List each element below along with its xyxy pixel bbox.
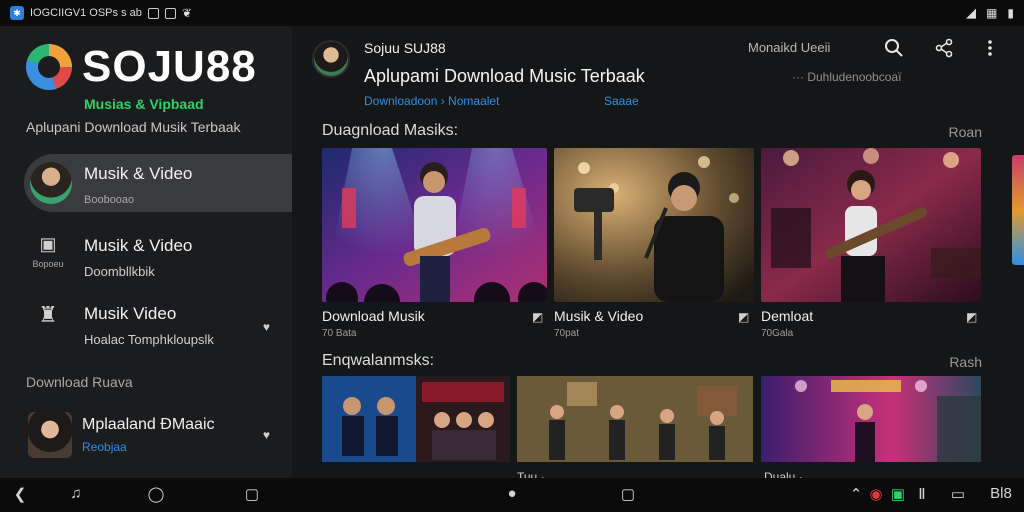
signal-icon: ▦ xyxy=(986,6,998,20)
sidebar-icon-caption: Bopoeu xyxy=(32,259,64,269)
more-vert-icon[interactable] xyxy=(978,38,1002,63)
status-bar: ✱ IOGCIIGV1 OSPs s ab ❦ ◢ ▦ ▮ xyxy=(0,0,1024,26)
video-thumb-1[interactable] xyxy=(322,376,510,462)
status-bar-text: IOGCIIGV1 OSPs s ab xyxy=(30,7,142,19)
image-icon xyxy=(147,7,159,19)
square-icon[interactable]: ▢ xyxy=(242,485,262,503)
band-collage-image xyxy=(322,376,510,462)
video-thumb-2[interactable] xyxy=(517,376,753,462)
sidebar-item-musik-video-3[interactable]: ♜ Musik Video Hoalac Tomphkloupslk ♥ xyxy=(24,296,292,354)
gallery-icon xyxy=(164,7,176,19)
avatar xyxy=(30,162,72,204)
home-icon[interactable]: ● xyxy=(502,485,522,502)
video-card-3[interactable] xyxy=(761,148,981,302)
download-item[interactable]: Mplaaland ÐMaaic Reobjaa ♥ xyxy=(26,410,276,460)
share-icon[interactable] xyxy=(932,38,956,63)
brand-subtitle: Aplupani Download Musik Terbaak xyxy=(26,119,241,135)
sidebar-item-sub: Boobooao xyxy=(84,194,135,206)
section-title-second: Enqwalanmsks: xyxy=(322,352,435,369)
sidebar-item-sub: Hoalac Tomphkloupslk xyxy=(84,332,214,347)
singer-microphone-image xyxy=(554,148,754,302)
chat-bubble-icon[interactable]: ◯ xyxy=(146,485,166,503)
sidebar-item-label: Musik Video xyxy=(84,304,177,323)
video-card-1[interactable] xyxy=(322,148,547,302)
search-icon[interactable] xyxy=(882,38,906,63)
brand[interactable]: SOJU88 xyxy=(26,44,257,90)
section-more-link-2[interactable]: Rash xyxy=(949,354,982,370)
card-label: Download Musik xyxy=(322,308,425,324)
top-sublabel: ··· Duhludenoobcoaï xyxy=(792,70,902,84)
concert-lights-image xyxy=(761,376,981,462)
main-content: Sojuu SUJ88 Aplupami Download Music Terb… xyxy=(292,26,1024,484)
cube-icon[interactable]: ◩ xyxy=(966,310,977,324)
system-nav-bar: ❮ ♫ ◯ ▢ ● ▢ ⌃ ◉ ▣ Ⅱ ▭ Bl8 xyxy=(0,478,1024,512)
app-badge-icon: ✱ xyxy=(10,6,24,20)
sidebar-item-sub: Doombllkbik xyxy=(84,264,155,279)
sidebar-item-musik-video-2[interactable]: ▣ Bopoeu Musik & Video Doombllkbik xyxy=(24,228,292,286)
sidebar-item-label: Musik & Video xyxy=(84,236,193,255)
channel-avatar[interactable] xyxy=(312,40,350,78)
cube-icon[interactable]: ◩ xyxy=(738,310,749,324)
recents-icon[interactable]: ▢ xyxy=(618,485,638,503)
heart-icon[interactable]: ♥ xyxy=(263,320,270,334)
side-panel-peek[interactable] xyxy=(1012,155,1024,265)
wifi-icon: ◢ xyxy=(966,5,977,20)
cube-icon[interactable]: ◩ xyxy=(532,310,543,324)
concert-guitarist-image xyxy=(322,148,547,302)
sidebar: SOJU88 Musias & Vipbaad Aplupani Downloa… xyxy=(0,26,292,478)
sidebar-item-label: Musik & Video xyxy=(84,164,193,183)
sidebar-item-musik-video[interactable]: Musik & Video Boobooao xyxy=(24,154,292,212)
channel-link[interactable]: Downloadoon › Nomaalet xyxy=(364,94,499,108)
nav-right-text: Bl8 xyxy=(990,485,1012,502)
download-item-sub: Reobjaa xyxy=(82,440,127,454)
female-guitarist-image xyxy=(761,148,981,302)
battery-icon: ▮ xyxy=(1007,6,1014,20)
video-thumb-3[interactable] xyxy=(761,376,981,462)
channel-link-2[interactable]: Saaae xyxy=(604,94,639,108)
back-icon[interactable]: ❮ xyxy=(10,485,30,503)
band-stage-image xyxy=(517,376,753,462)
microphone-icon: ♜ xyxy=(38,302,58,327)
brand-tagline: Musias & Vipbaad xyxy=(84,96,204,112)
card-sub: 70 Bata xyxy=(322,328,357,339)
section-title-download: Duagnload Masiks: xyxy=(322,122,459,139)
download-item-title: Mplaaland ÐMaaic xyxy=(82,416,215,433)
screen-icon[interactable]: ▭ xyxy=(948,485,968,503)
record-icon[interactable]: ◉ xyxy=(866,485,886,503)
channel-title: Aplupami Download Music Terbaak xyxy=(364,66,645,86)
avatar xyxy=(28,412,72,458)
pause-icon[interactable]: Ⅱ xyxy=(912,485,932,503)
card-label: Musik & Video xyxy=(554,308,644,324)
card-sub: 70pat xyxy=(554,328,580,339)
section-label-download: Download Ruava xyxy=(26,374,133,390)
paw-icon: ❦ xyxy=(181,6,192,20)
video-card-2[interactable] xyxy=(554,148,754,302)
brand-logo xyxy=(26,44,72,90)
card-label: Demloat xyxy=(761,308,814,324)
chat-icon: ▣ Bopoeu xyxy=(32,234,64,269)
section-more-link[interactable]: Roan xyxy=(949,124,982,140)
music-note-icon[interactable]: ♫ xyxy=(66,485,86,502)
card-sub: 70Gala xyxy=(761,328,794,339)
chevron-up-icon[interactable]: ⌃ xyxy=(846,485,866,503)
top-label[interactable]: Monaikd Ueeii xyxy=(748,40,830,55)
heart-icon[interactable]: ♥ xyxy=(263,428,270,442)
brand-name: SOJU88 xyxy=(82,42,257,91)
app-tray-icon[interactable]: ▣ xyxy=(888,485,908,503)
channel-name: Sojuu SUJ88 xyxy=(364,40,446,56)
